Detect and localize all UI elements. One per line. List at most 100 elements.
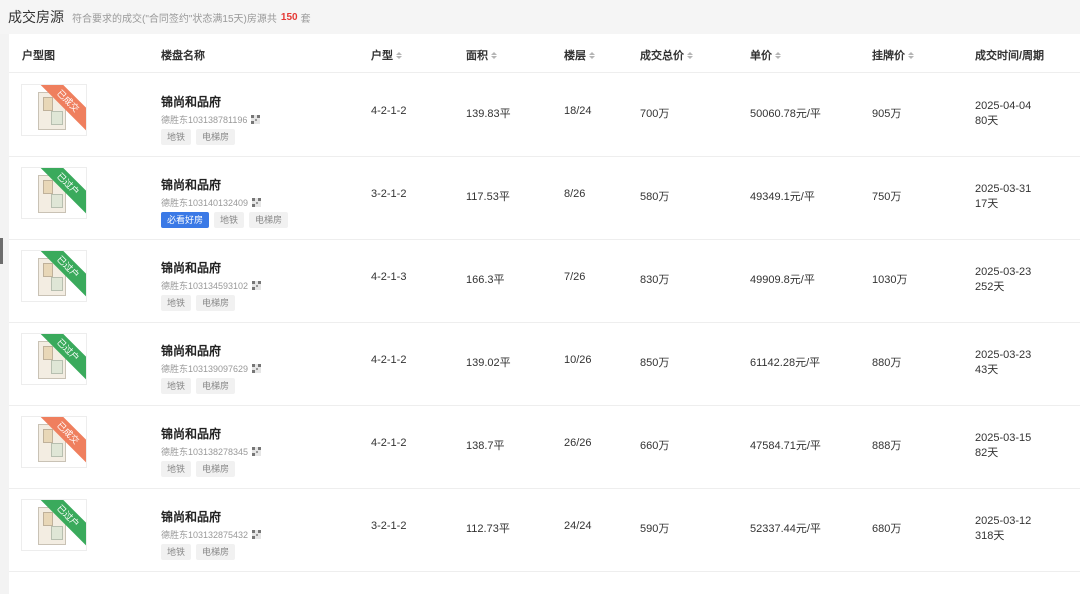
listing-code: 德胜东103139097629 xyxy=(161,362,262,375)
deal-period: 80天 xyxy=(975,115,999,127)
floorplan-thumbnail[interactable]: 已过户 xyxy=(21,333,87,385)
deal-date: 2025-03-15 xyxy=(975,432,1032,444)
listing-code: 德胜东103140132409 xyxy=(161,196,262,209)
header-area-sort[interactable]: 面积 xyxy=(466,47,497,63)
area-value: 138.7平 xyxy=(466,440,505,452)
floor-value: 18/24 xyxy=(564,105,592,117)
feature-tag: 地铁 xyxy=(161,129,192,145)
header-list-price-sort[interactable]: 挂牌价 xyxy=(872,47,914,63)
floorplan-thumbnail[interactable]: 已过户 xyxy=(21,167,87,219)
estate-name[interactable]: 锦尚和品府 xyxy=(161,508,221,525)
qr-code-icon[interactable] xyxy=(252,198,262,207)
feature-tags: 地铁 电梯房 xyxy=(161,461,236,477)
deal-time: 2025-03-12 318天 xyxy=(975,514,1031,544)
sort-icon xyxy=(687,51,693,59)
qr-code-icon[interactable] xyxy=(252,364,262,373)
deal-date: 2025-03-23 xyxy=(975,349,1032,361)
unit-price-value: 61142.28元/平 xyxy=(750,357,821,369)
sort-icon xyxy=(775,51,781,59)
floor-value: 26/26 xyxy=(564,437,592,449)
deal-date: 2025-03-23 xyxy=(975,266,1032,278)
qr-code-icon[interactable] xyxy=(252,530,262,539)
list-price-value: 680万 xyxy=(872,523,902,535)
floor-value: 7/26 xyxy=(564,271,586,283)
scroll-indicator xyxy=(0,238,3,264)
deal-time: 2025-03-23 43天 xyxy=(975,348,1031,378)
unit-price-value: 50060.78元/平 xyxy=(750,108,821,120)
qr-code-icon[interactable] xyxy=(251,115,261,124)
list-price-value: 888万 xyxy=(872,440,902,452)
list-price-value: 750万 xyxy=(872,191,902,203)
feature-tags: 地铁 电梯房 xyxy=(161,378,236,394)
estate-name[interactable]: 锦尚和品府 xyxy=(161,425,221,442)
unit-price-value: 49349.1元/平 xyxy=(750,191,815,203)
layout-value: 4-2-1-2 xyxy=(371,354,407,366)
table-row[interactable]: 已过户 锦尚和品府 德胜东103140132409 必看好房 地铁 电梯房 3-2-1-2 1… xyxy=(9,156,1080,240)
table-row[interactable]: 已过户 锦尚和品府德胜东103134593102 地铁 电梯房 4-2-1-3 166.3… xyxy=(9,239,1080,323)
deal-period: 43天 xyxy=(975,364,999,376)
deal-time: 2025-03-15 82天 xyxy=(975,431,1031,461)
feature-tags: 地铁 电梯房 xyxy=(161,544,236,560)
floorplan-thumbnail[interactable]: 已成交 xyxy=(21,416,87,468)
deal-date: 2025-03-12 xyxy=(975,515,1032,527)
table-row[interactable]: 已成交 锦尚和品府 德胜东103138278345 地铁 电梯房 4-2-1-2 138.7… xyxy=(9,405,1080,489)
header-unit-price-sort[interactable]: 单价 xyxy=(750,47,781,63)
feature-tag: 电梯房 xyxy=(196,129,236,145)
area-value: 139.02平 xyxy=(466,357,511,369)
header-layout-sort[interactable]: 户型 xyxy=(371,47,402,63)
deal-period: 318天 xyxy=(975,530,1005,542)
header-floorplan: 户型图 xyxy=(22,50,55,62)
unit-price-value: 47584.71元/平 xyxy=(750,440,821,452)
floorplan-thumbnail[interactable]: 已过户 xyxy=(21,250,87,302)
listing-code: 德胜东103134593102 xyxy=(161,279,262,292)
layout-value: 3-2-1-2 xyxy=(371,188,407,200)
feature-tag: 电梯房 xyxy=(196,295,236,311)
section-subtitle: 符合要求的成交("合同签约"状态满15天)房源共 xyxy=(72,13,277,25)
layout-value: 4-2-1-3 xyxy=(371,271,407,283)
table-header: 户型图 楼盘名称 户型 面积 楼层 成交总价 单价 挂牌价 成交时间/周期 xyxy=(9,34,1080,73)
estate-name[interactable]: 锦尚和品府 xyxy=(161,93,221,110)
header-floor-sort[interactable]: 楼层 xyxy=(564,47,595,63)
feature-tag: 地铁 xyxy=(161,378,192,394)
table-row[interactable]: 已过户 锦尚和品府德胜东103139097629 地铁 电梯房 4-2-1-2 139.0… xyxy=(9,322,1080,406)
deal-period: 82天 xyxy=(975,447,999,459)
feature-tag: 电梯房 xyxy=(196,461,236,477)
sort-icon xyxy=(908,51,914,59)
feature-tags: 地铁 电梯房 xyxy=(161,129,236,145)
feature-tag: 电梯房 xyxy=(196,544,236,560)
header-estate-name: 楼盘名称 xyxy=(161,50,205,62)
floor-value: 8/26 xyxy=(564,188,586,200)
top-bar: 成交房源 符合要求的成交("合同签约"状态满15天)房源共 150 套 xyxy=(0,0,1080,34)
feature-tag: 电梯房 xyxy=(196,378,236,394)
listing-code: 德胜东103132875432 xyxy=(161,528,262,541)
list-price-value: 905万 xyxy=(872,108,902,120)
floorplan-thumbnail[interactable]: 已成交 xyxy=(21,84,87,136)
deal-time: 2025-04-04 80天 xyxy=(975,99,1031,129)
layout-value: 3-2-1-2 xyxy=(371,520,407,532)
qr-code-icon[interactable] xyxy=(252,447,262,456)
unit-price-value: 49909.8元/平 xyxy=(750,274,815,286)
deal-time: 2025-03-31 17天 xyxy=(975,182,1031,212)
sort-icon xyxy=(589,51,595,59)
floorplan-thumbnail[interactable]: 已过户 xyxy=(21,499,87,551)
layout-value: 4-2-1-2 xyxy=(371,437,407,449)
feature-tag: 必看好房 xyxy=(161,212,210,228)
result-count: 150 xyxy=(280,11,298,23)
list-price-value: 880万 xyxy=(872,357,902,369)
table-row[interactable]: 已过户 锦尚和品府 德胜东103132875432 地铁 电梯房 3-2-1-2 112.7… xyxy=(9,488,1080,572)
qr-code-icon[interactable] xyxy=(252,281,262,290)
feature-tags: 地铁 电梯房 xyxy=(161,295,236,311)
header-total-price-sort[interactable]: 成交总价 xyxy=(640,47,693,63)
list-price-value: 1030万 xyxy=(872,274,908,286)
estate-name[interactable]: 锦尚和品府 xyxy=(161,176,221,193)
feature-tag: 地铁 xyxy=(161,295,192,311)
deal-date: 2025-03-31 xyxy=(975,183,1032,195)
table-row[interactable]: 已成交 锦尚和品府 德胜东103138781196 地铁 电梯房 4-2-1-2 139.8… xyxy=(9,73,1080,157)
area-value: 166.3平 xyxy=(466,274,505,286)
estate-name[interactable]: 锦尚和品府 xyxy=(161,342,221,359)
result-count-unit: 套 xyxy=(300,13,311,25)
estate-name[interactable]: 锦尚和品府 xyxy=(161,259,221,276)
total-price-value: 590万 xyxy=(640,523,670,535)
floor-value: 24/24 xyxy=(564,520,592,532)
deal-listings-panel: 户型图 楼盘名称 户型 面积 楼层 成交总价 单价 挂牌价 成交时间/周期 已成… xyxy=(9,34,1080,594)
